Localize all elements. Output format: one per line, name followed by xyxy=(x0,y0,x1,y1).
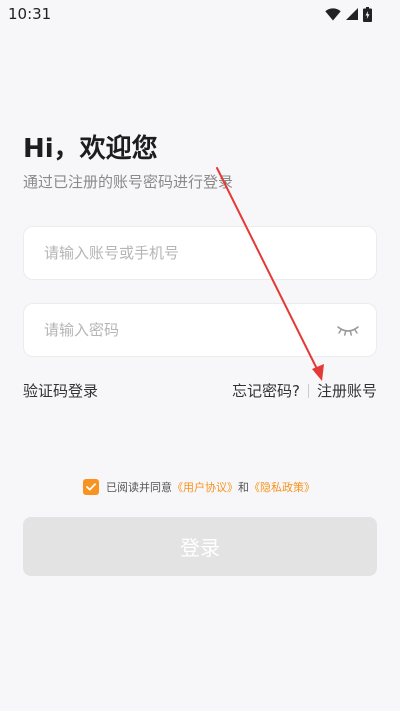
checkmark-icon xyxy=(86,483,96,491)
battery-icon xyxy=(363,6,372,22)
password-input[interactable] xyxy=(44,304,314,356)
account-links: 忘记密码? 注册账号 xyxy=(232,380,377,401)
login-button[interactable]: 登录 xyxy=(23,517,377,576)
register-link[interactable]: 注册账号 xyxy=(317,380,377,401)
status-icons xyxy=(325,6,372,22)
password-field-container xyxy=(23,303,377,357)
agreement-prefix: 已阅读并同意 xyxy=(106,481,172,494)
link-divider xyxy=(307,383,309,398)
account-input[interactable] xyxy=(44,227,314,279)
eye-closed-icon[interactable] xyxy=(336,321,360,339)
agreement-conjunction: 和 xyxy=(238,481,249,494)
status-bar: 10:31 xyxy=(0,0,400,28)
agreement-checkbox[interactable] xyxy=(83,479,99,495)
forgot-password-link[interactable]: 忘记密码? xyxy=(232,380,300,401)
status-time: 10:31 xyxy=(8,5,52,23)
privacy-policy-link[interactable]: 《隐私政策》 xyxy=(249,479,315,495)
user-agreement-link[interactable]: 《用户协议》 xyxy=(172,479,238,495)
agreement-row: 已阅读并同意 《用户协议》 和 《隐私政策》 xyxy=(83,478,315,496)
cellular-signal-icon xyxy=(345,7,359,21)
sms-login-link[interactable]: 验证码登录 xyxy=(23,380,98,401)
account-field-container xyxy=(23,226,377,280)
link-row: 验证码登录 忘记密码? 注册账号 xyxy=(23,380,377,402)
wifi-icon xyxy=(325,7,341,21)
page-subtitle: 通过已注册的账号密码进行登录 xyxy=(23,173,234,191)
page-title: Hi，欢迎您 xyxy=(23,134,158,164)
